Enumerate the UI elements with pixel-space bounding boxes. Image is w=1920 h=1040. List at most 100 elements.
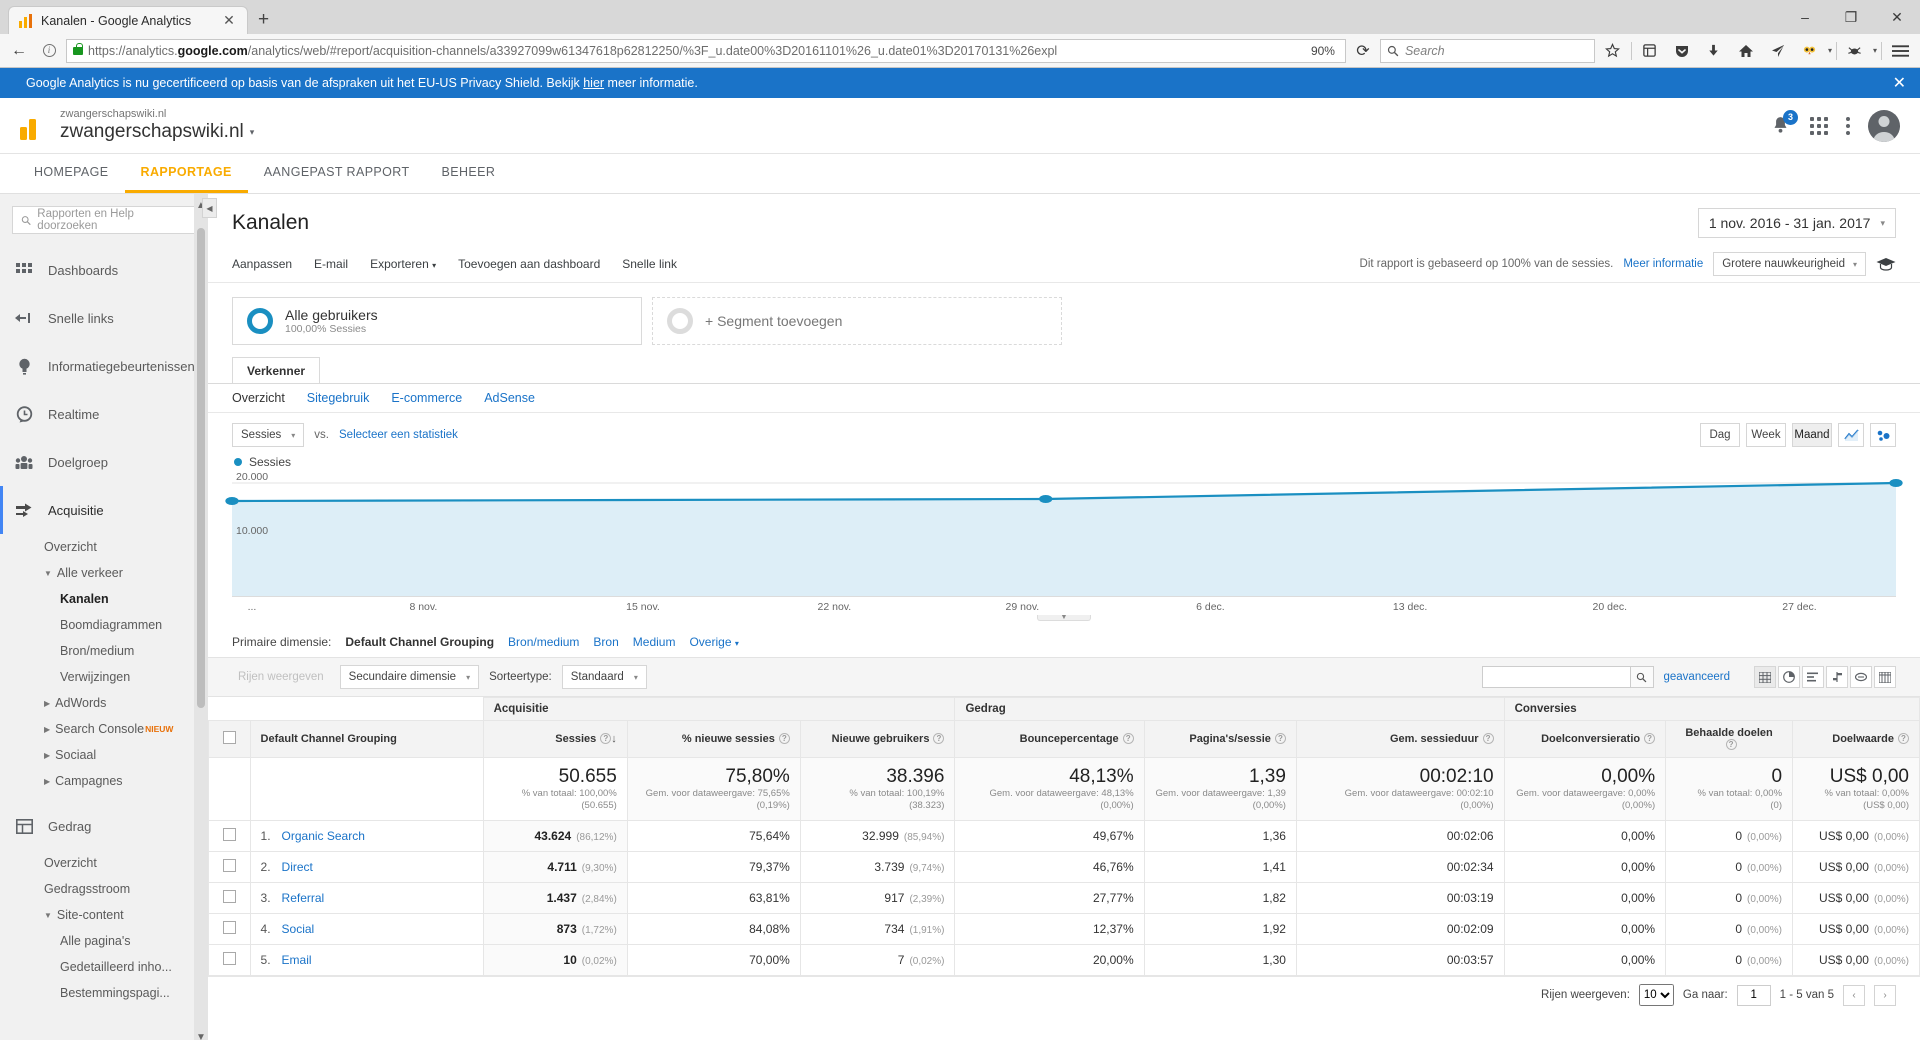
sidebar-item-kanalen[interactable]: Kanalen xyxy=(0,586,208,612)
sidebar-item-doelgroep[interactable]: Doelgroep xyxy=(0,438,208,486)
owl-icon[interactable] xyxy=(1796,38,1824,64)
view-pivot-icon[interactable] xyxy=(1874,666,1896,688)
checkbox-icon[interactable] xyxy=(222,828,236,841)
row-checkbox-cell[interactable] xyxy=(208,851,251,883)
goto-page-input[interactable] xyxy=(1736,984,1771,1006)
more-options-icon[interactable] xyxy=(1846,116,1850,135)
page-info-icon[interactable]: i xyxy=(36,38,62,64)
granularity-week[interactable]: Week xyxy=(1746,423,1786,447)
view-pie-icon[interactable] xyxy=(1778,666,1800,688)
column-header-sessies[interactable]: Sessies? ↓ xyxy=(482,720,628,758)
checkbox-icon[interactable] xyxy=(222,921,236,934)
subtab-ecommerce[interactable]: E-commerce xyxy=(391,391,462,405)
channel-link[interactable]: Referral xyxy=(282,891,325,905)
primary-dimension-overige[interactable]: Overige ▾ xyxy=(689,635,738,649)
download-icon[interactable] xyxy=(1700,38,1728,64)
sidebar-item-site-content[interactable]: ▼ Site-content xyxy=(0,902,208,928)
line-chart-view-icon[interactable] xyxy=(1838,423,1864,447)
table-row[interactable]: 5. Email 10 (0,02%) 70,00% 7 (0,02%) 20,00%… xyxy=(208,944,1920,976)
row-checkbox-cell[interactable] xyxy=(208,882,251,914)
library-icon[interactable] xyxy=(1636,38,1664,64)
property-selector[interactable]: zwangerschapswiki.nl zwangerschapswiki.n… xyxy=(60,108,254,143)
bug-icon[interactable] xyxy=(1841,38,1869,64)
sidebar-collapse-button[interactable]: ◀ xyxy=(202,198,217,218)
browser-tab[interactable]: Kanalen - Google Analytics ✕ xyxy=(8,6,248,34)
table-search-button[interactable] xyxy=(1629,666,1654,688)
sidebar-item-adwords[interactable]: ▶ AdWords xyxy=(0,690,208,716)
view-performance-icon[interactable] xyxy=(1802,666,1824,688)
prev-page-button[interactable]: ‹ xyxy=(1843,984,1865,1006)
sidebar-item-bestemmingspaginas[interactable]: Bestemmingspagi... xyxy=(0,980,208,1006)
column-header-dimension[interactable]: Default Channel Grouping xyxy=(249,720,484,758)
secondary-dimension-select[interactable]: Secundaire dimensie ▾ xyxy=(339,665,480,689)
table-row[interactable]: 2. Direct 4.711 (9,30%) 79,37% 3.739 (9,74%… xyxy=(208,851,1920,883)
channel-link[interactable]: Direct xyxy=(282,860,313,874)
column-header-nieuwe-sessies[interactable]: % nieuwe sessies? xyxy=(626,720,801,758)
nav-item-homepage[interactable]: HOMEPAGE xyxy=(18,154,125,193)
sidebar-item-alle-verkeer[interactable]: ▼ Alle verkeer xyxy=(0,560,208,586)
sidebar-item-campagnes[interactable]: ▶ Campagnes xyxy=(0,768,208,794)
granularity-dag[interactable]: Dag xyxy=(1700,423,1740,447)
view-terms-cloud-icon[interactable] xyxy=(1850,666,1872,688)
home-icon[interactable] xyxy=(1732,38,1760,64)
table-row[interactable]: 3. Referral 1.437 (2,84%) 63,81% 917 (2,39%… xyxy=(208,882,1920,914)
sidebar-item-bron-medium[interactable]: Bron/medium xyxy=(0,638,208,664)
chart-resize-handle[interactable]: ▼ xyxy=(232,613,1896,623)
scroll-down-icon[interactable]: ▼ xyxy=(196,1032,206,1040)
table-search-input[interactable] xyxy=(1481,666,1630,688)
tab-verkenner[interactable]: Verkenner xyxy=(232,357,321,383)
close-icon[interactable]: ✕ xyxy=(221,12,237,29)
segment-add-button[interactable]: + Segment toevoegen xyxy=(652,297,1062,345)
notifications-button[interactable]: 3 xyxy=(1770,109,1798,137)
scrollbar-thumb[interactable] xyxy=(197,228,205,708)
select-comparison-metric-link[interactable]: Selecteer een statistiek xyxy=(339,429,458,441)
row-checkbox-cell[interactable] xyxy=(208,820,251,852)
column-header-doelwaarde[interactable]: Doelwaarde? xyxy=(1792,720,1920,758)
subtab-adsense[interactable]: AdSense xyxy=(484,391,535,405)
sidebar-item-sociaal[interactable]: ▶ Sociaal xyxy=(0,742,208,768)
sidebar-item-boomdiagrammen[interactable]: Boomdiagrammen xyxy=(0,612,208,638)
nav-item-rapportage[interactable]: RAPPORTAGE xyxy=(124,154,248,193)
action-email[interactable]: E-mail xyxy=(314,257,348,271)
primary-dimension-bron[interactable]: Bron xyxy=(593,635,618,649)
checkbox-icon[interactable] xyxy=(222,731,236,744)
bug-menu-chevron-down-icon[interactable]: ▾ xyxy=(1873,46,1877,55)
sessions-line-chart[interactable]: 20.000 10.000 xyxy=(225,471,1903,597)
sidebar-item-gedrag-overzicht[interactable]: Overzicht xyxy=(0,850,208,876)
rows-per-page-select[interactable]: 10 xyxy=(1638,984,1674,1006)
checkbox-icon[interactable] xyxy=(222,952,236,965)
nav-item-aangepast-rapport[interactable]: AANGEPAST RAPPORT xyxy=(248,154,426,193)
column-header-paginas-sessie[interactable]: Pagina's/sessie? xyxy=(1143,720,1297,758)
browser-search-bar[interactable]: Search xyxy=(1379,38,1595,63)
accuracy-select[interactable]: Grotere nauwkeurigheid ▾ xyxy=(1713,252,1866,276)
zoom-level-badge[interactable]: 90% xyxy=(1305,44,1341,58)
chevron-down-icon[interactable]: ▾ xyxy=(250,121,255,143)
graduation-cap-icon[interactable] xyxy=(1876,257,1896,271)
checkbox-icon[interactable] xyxy=(222,890,236,903)
action-aanpassen[interactable]: Aanpassen xyxy=(232,257,292,271)
sidebar-item-acquisitie-overzicht[interactable]: Overzicht xyxy=(0,534,208,560)
row-checkbox-cell[interactable] xyxy=(208,944,251,976)
apps-grid-icon[interactable] xyxy=(1810,116,1828,135)
column-header-doelconversieratio[interactable]: Doelconversieratio? xyxy=(1503,720,1667,758)
new-tab-button[interactable]: + xyxy=(258,9,269,31)
back-icon[interactable]: ← xyxy=(6,38,32,64)
sidebar-item-dashboards[interactable]: Dashboards xyxy=(0,246,208,294)
primary-dimension-bron-medium[interactable]: Bron/medium xyxy=(508,635,579,649)
minimize-icon[interactable]: – xyxy=(1782,0,1828,34)
avatar[interactable] xyxy=(1868,109,1900,142)
sort-type-select[interactable]: Standaard ▾ xyxy=(561,665,647,689)
sidebar-item-gedrag[interactable]: Gedrag xyxy=(0,802,208,850)
subtab-sitegebruik[interactable]: Sitegebruik xyxy=(307,391,370,405)
column-header-nieuwe-gebruikers[interactable]: Nieuwe gebruikers? xyxy=(799,720,956,758)
subtab-overzicht[interactable]: Overzicht xyxy=(232,391,285,405)
column-header-bouncepercentage[interactable]: Bouncepercentage? xyxy=(954,720,1145,758)
granularity-maand[interactable]: Maand xyxy=(1792,423,1832,447)
menu-icon[interactable] xyxy=(1886,38,1914,64)
sidebar-item-verwijzingen[interactable]: Verwijzingen xyxy=(0,664,208,690)
view-table-icon[interactable] xyxy=(1754,666,1776,688)
advanced-filter-link[interactable]: geavanceerd xyxy=(1664,671,1731,683)
checkbox-icon[interactable] xyxy=(222,859,236,872)
action-snelle-link[interactable]: Snelle link xyxy=(622,257,677,271)
send-icon[interactable] xyxy=(1764,38,1792,64)
